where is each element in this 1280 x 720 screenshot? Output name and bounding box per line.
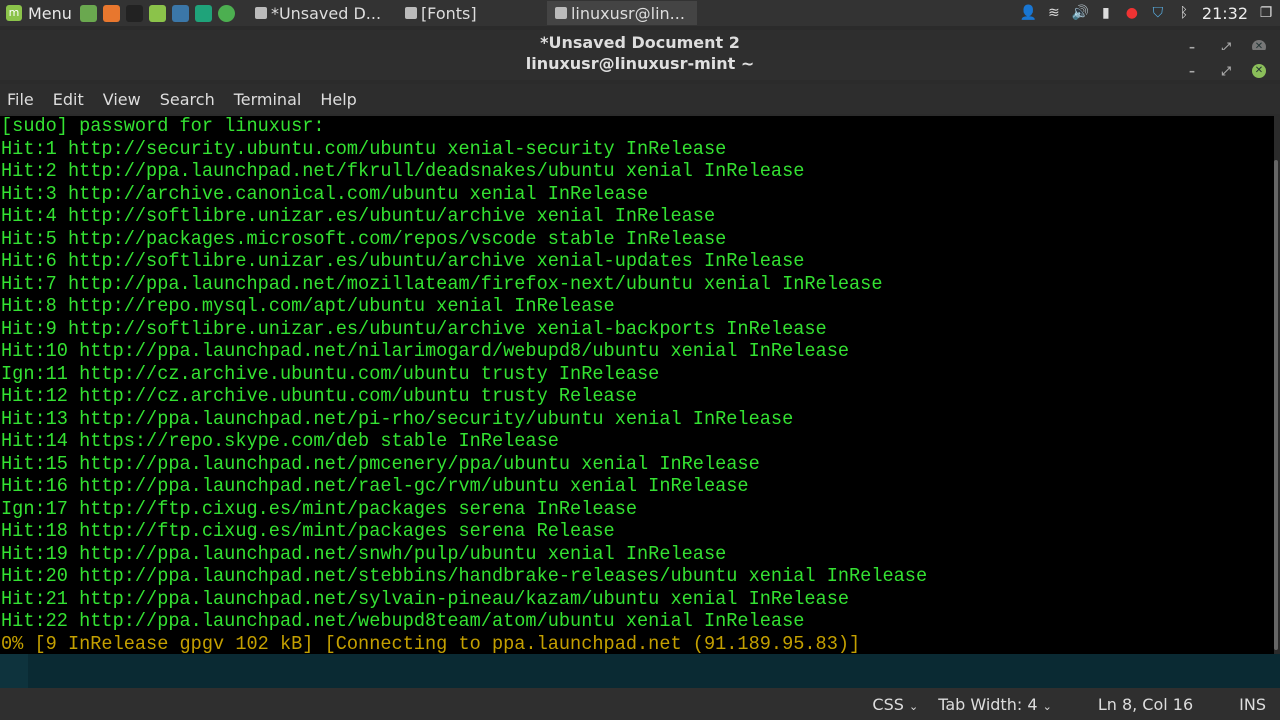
menu-search[interactable]: Search <box>160 90 215 109</box>
terminal-line: Hit:2 http://ppa.launchpad.net/fkrull/de… <box>1 160 805 183</box>
terminal-line: Hit:16 http://ppa.launchpad.net/rael-gc/… <box>1 475 749 498</box>
terminal-titlebar: linuxusr@linuxusr-mint ~ – ⤢ ✕ <box>0 50 1280 80</box>
terminal-line: Hit:1 http://security.ubuntu.com/ubuntu … <box>1 138 727 160</box>
terminal-line: Hit:8 http://repo.mysql.com/apt/ubuntu x… <box>1 295 615 318</box>
taskbar-item-label: [Fonts] <box>420 3 477 23</box>
insert-mode: INS <box>1239 694 1266 714</box>
editor-area[interactable] <box>0 654 1280 688</box>
menu-edit[interactable]: Edit <box>53 90 84 109</box>
window-title: linuxusr@linuxusr-mint ~ <box>525 54 755 73</box>
launchers <box>79 4 235 22</box>
taskbar: *Unsaved D... [Fonts] linuxusr@lin... <box>247 1 697 25</box>
terminal-line: Hit:3 http://archive.canonical.com/ubunt… <box>1 183 649 205</box>
menubar: File Edit View Search Terminal Help <box>0 84 1280 114</box>
clock[interactable]: 21:32 <box>1202 4 1248 23</box>
statusbar: CSS ⌄ Tab Width: 4 ⌄ Ln 8, Col 16 INS <box>0 688 1280 720</box>
tab-width-selector[interactable]: Tab Width: 4 ⌄ <box>938 695 1052 714</box>
menu-view[interactable]: View <box>103 90 141 109</box>
terminal-line: Hit:9 http://softlibre.unizar.es/ubuntu/… <box>1 318 827 340</box>
terminal-line: Hit:4 http://softlibre.unizar.es/ubuntu/… <box>1 205 716 228</box>
language-label: CSS <box>872 694 904 714</box>
menu-button[interactable]: m Menu <box>0 4 80 23</box>
terminal-line: Hit:13 http://ppa.launchpad.net/pi-rho/s… <box>1 408 794 430</box>
show-desktop-icon[interactable] <box>79 4 97 22</box>
python-icon[interactable] <box>171 4 189 22</box>
workspace-icon[interactable]: ❐ <box>1258 5 1274 21</box>
system-tray: 👤 ≋ 🔊 ▮ ● ⛉ ᛒ 21:32 ❐ <box>1020 4 1280 23</box>
user-icon[interactable]: 👤 <box>1020 5 1037 21</box>
terminal-line: Hit:18 http://ftp.cixug.es/mint/packages… <box>1 520 615 543</box>
terminal-line: Ign:17 http://ftp.cixug.es/mint/packages… <box>1 498 638 520</box>
terminal-line: Hit:5 http://packages.microsoft.com/repo… <box>1 228 727 250</box>
terminal-line: [sudo] password for linuxusr: <box>1 116 325 138</box>
chevron-down-icon: ⌄ <box>908 699 919 713</box>
firefox-icon[interactable] <box>102 4 120 22</box>
taskbar-item-label: linuxusr@lin... <box>570 3 685 23</box>
terminal-line: Hit:7 http://ppa.launchpad.net/mozillate… <box>1 273 883 295</box>
menu-label: Menu <box>28 3 72 23</box>
terminal-line: Hit:19 http://ppa.launchpad.net/snwh/pul… <box>1 543 727 565</box>
mint-logo-icon: m <box>6 5 22 21</box>
scrollbar[interactable] <box>1274 160 1278 650</box>
editor-gutter <box>0 654 28 688</box>
taskbar-item-label: *Unsaved D... <box>270 3 382 23</box>
menu-file[interactable]: File <box>7 90 34 109</box>
record-icon[interactable]: ● <box>1124 5 1140 21</box>
menu-terminal[interactable]: Terminal <box>234 90 302 109</box>
bluetooth-icon[interactable]: ᛒ <box>1176 5 1192 21</box>
progress-line: 0% [9 InRelease gpgv 102 kB] [Connecting… <box>1 633 861 654</box>
terminal-line: Hit:6 http://softlibre.unizar.es/ubuntu/… <box>1 250 805 273</box>
terminal-line: Hit:14 https://repo.skype.com/deb stable… <box>1 430 559 453</box>
cursor-position: Ln 8, Col 16 <box>1097 694 1194 714</box>
text-editor-icon <box>254 7 267 19</box>
clion-icon[interactable] <box>194 4 212 22</box>
chevron-down-icon: ⌄ <box>1042 699 1052 713</box>
shield-icon[interactable]: ⛉ <box>1150 5 1166 21</box>
top-panel: m Menu *Unsaved D... [Fonts] linuxusr@lin.… <box>0 0 1280 26</box>
wifi-icon[interactable]: ≋ <box>1046 5 1062 21</box>
taskbar-item[interactable]: *Unsaved D... <box>247 1 397 25</box>
terminal-line: Hit:20 http://ppa.launchpad.net/stebbins… <box>1 565 928 588</box>
terminal-line: Ign:11 http://cz.archive.ubuntu.com/ubun… <box>1 363 660 385</box>
close-icon[interactable]: ✕ <box>1252 64 1266 78</box>
terminal-icon[interactable] <box>125 4 143 22</box>
tab-width-label: Tab Width: 4 <box>938 694 1038 714</box>
minimize-icon[interactable]: – <box>1184 57 1200 85</box>
background-window-title: *Unsaved Document 2 – ⤢ ✕ <box>0 30 1280 52</box>
terminal-line: Hit:22 http://ppa.launchpad.net/webupd8t… <box>1 610 805 633</box>
terminal-output[interactable]: [sudo] password for linuxusr: Hit:1 http:… <box>0 116 1274 654</box>
terminal-icon <box>554 7 567 19</box>
terminal-line: Hit:12 http://cz.archive.ubuntu.com/ubun… <box>1 385 638 408</box>
taskbar-item[interactable]: [Fonts] <box>397 1 547 25</box>
taskbar-item[interactable]: linuxusr@lin... <box>546 1 697 25</box>
terminal-line: Hit:21 http://ppa.launchpad.net/sylvain-… <box>1 588 850 610</box>
terminal-line: Hit:10 http://ppa.launchpad.net/nilarimo… <box>1 340 850 363</box>
language-selector[interactable]: CSS ⌄ <box>872 695 918 714</box>
fonts-icon <box>404 7 417 19</box>
files-icon[interactable] <box>148 4 166 22</box>
maximize-icon[interactable]: ⤢ <box>1218 57 1234 85</box>
menu-help[interactable]: Help <box>320 90 356 109</box>
volume-icon[interactable]: 🔊 <box>1072 5 1089 21</box>
app-icon[interactable] <box>217 4 235 22</box>
terminal-line: Hit:15 http://ppa.launchpad.net/pmcenery… <box>1 453 760 475</box>
battery-icon[interactable]: ▮ <box>1098 5 1114 21</box>
